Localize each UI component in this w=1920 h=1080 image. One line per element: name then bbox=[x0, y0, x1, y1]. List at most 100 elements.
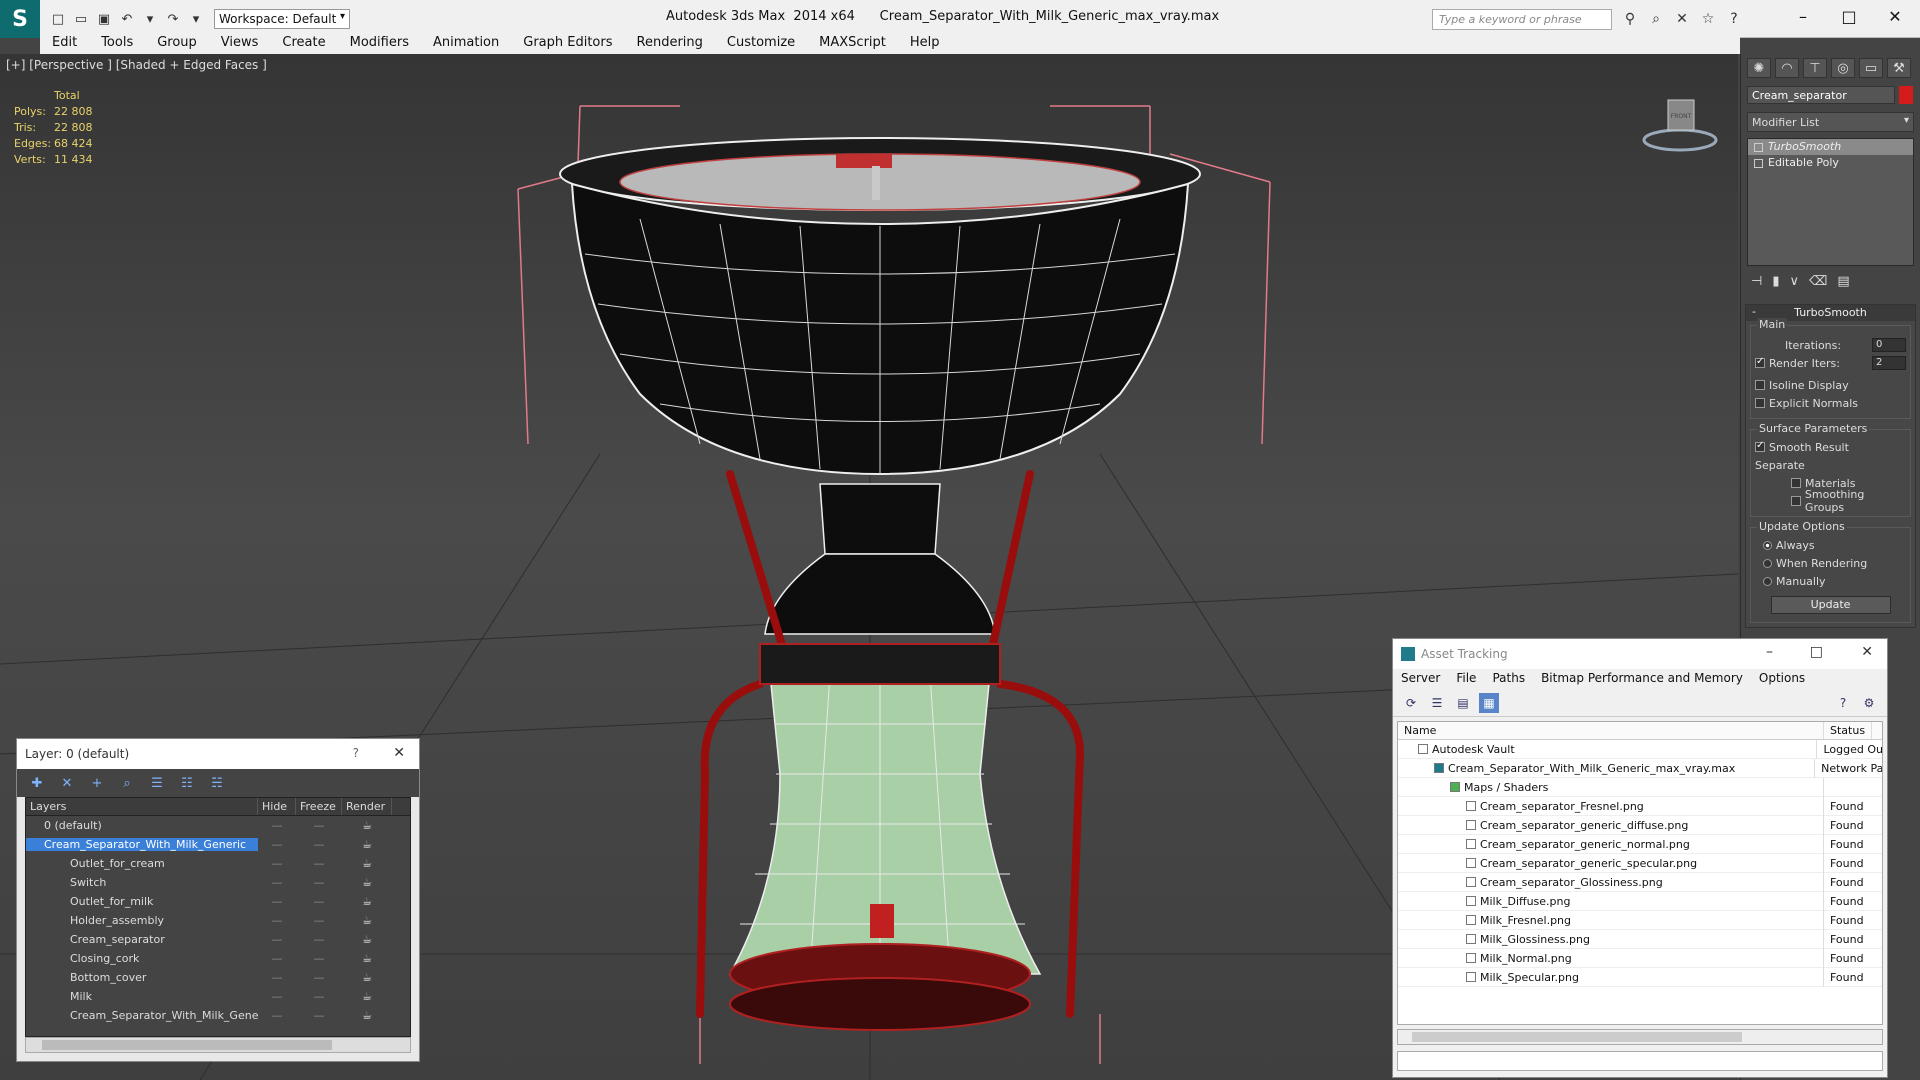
dropdown-arrow-icon[interactable]: ▾ bbox=[140, 9, 160, 29]
layer-name[interactable]: Bottom_cover bbox=[26, 971, 258, 984]
menu-rendering[interactable]: Rendering bbox=[625, 32, 715, 54]
layer-row[interactable]: Closing_cork — — ☕ bbox=[26, 949, 410, 968]
app-logo-icon[interactable]: S bbox=[0, 0, 40, 38]
menu-graph-editors[interactable]: Graph Editors bbox=[511, 32, 624, 54]
render-teapot-icon[interactable]: ☕ bbox=[342, 838, 392, 851]
layer-hide-toggle[interactable]: — bbox=[258, 914, 296, 927]
object-name-field[interactable]: Cream_separator bbox=[1747, 86, 1895, 104]
save-icon[interactable]: ▣ bbox=[94, 9, 114, 29]
communication-icon[interactable]: ✕ bbox=[1672, 9, 1692, 29]
stack-item-editable-poly[interactable]: Editable Poly bbox=[1748, 155, 1913, 171]
asset-row[interactable]: Cream_separator_Fresnel.png Found bbox=[1398, 796, 1882, 816]
minimize-icon[interactable]: – bbox=[1780, 4, 1826, 28]
asset-row[interactable]: Cream_Separator_With_Milk_Generic_max_vr… bbox=[1398, 758, 1882, 778]
configure-modifier-sets-icon[interactable]: ▤ bbox=[1837, 274, 1849, 289]
materials-checkbox[interactable] bbox=[1791, 478, 1801, 488]
display-tab-icon[interactable]: ▭ bbox=[1859, 58, 1883, 78]
horizontal-scrollbar[interactable] bbox=[1397, 1029, 1883, 1045]
layer-name[interactable]: Holder_assembly bbox=[26, 914, 258, 927]
asset-menu-file[interactable]: File bbox=[1448, 669, 1484, 689]
dropdown-arrow-icon[interactable]: ▾ bbox=[186, 9, 206, 29]
viewport-label[interactable]: [+] [Perspective ] [Shaded + Edged Faces… bbox=[6, 58, 267, 72]
menu-create[interactable]: Create bbox=[270, 32, 337, 54]
add-to-layer-icon[interactable]: + bbox=[87, 773, 107, 793]
modify-tab-icon[interactable]: ◠ bbox=[1775, 58, 1799, 78]
layer-hide-toggle[interactable]: — bbox=[258, 895, 296, 908]
layer-row[interactable]: Cream_Separator_With_Milk_Generic — — ☕ bbox=[26, 835, 410, 854]
pin-stack-icon[interactable]: ⊣ bbox=[1751, 274, 1762, 289]
layer-name[interactable]: Outlet_for_cream bbox=[26, 857, 258, 870]
delete-layer-icon[interactable]: ✕ bbox=[57, 773, 77, 793]
column-layers[interactable]: Layers bbox=[26, 798, 258, 815]
close-icon[interactable]: ✕ bbox=[1861, 644, 1873, 660]
layer-name[interactable]: Milk bbox=[26, 990, 258, 1003]
manually-radio[interactable] bbox=[1763, 576, 1772, 586]
help-icon[interactable]: ? bbox=[353, 746, 359, 760]
select-objects-icon[interactable]: ⌕ bbox=[117, 773, 137, 793]
stack-item-turbosmooth[interactable]: TurboSmooth bbox=[1748, 139, 1913, 155]
layer-row[interactable]: Outlet_for_cream — — ☕ bbox=[26, 854, 410, 873]
hide-all-layers-icon[interactable]: ☵ bbox=[207, 773, 227, 793]
asset-row[interactable]: Maps / Shaders bbox=[1398, 777, 1882, 797]
render-teapot-icon[interactable]: ☕ bbox=[342, 857, 392, 870]
layer-row[interactable]: Outlet_for_milk — — ☕ bbox=[26, 892, 410, 911]
explicit-normals-checkbox[interactable] bbox=[1755, 398, 1765, 408]
utilities-tab-icon[interactable]: ⚒ bbox=[1887, 58, 1911, 78]
favorites-star-icon[interactable]: ☆ bbox=[1698, 9, 1718, 29]
menu-modifiers[interactable]: Modifiers bbox=[338, 32, 421, 54]
asset-row[interactable]: Milk_Diffuse.png Found bbox=[1398, 891, 1882, 911]
layer-name[interactable]: Cream_Separator_With_Milk_Generic bbox=[26, 1009, 258, 1022]
workspace-dropdown[interactable]: Workspace: Default bbox=[214, 9, 350, 29]
render-teapot-icon[interactable]: ☕ bbox=[342, 933, 392, 946]
remove-modifier-icon[interactable]: ⌫ bbox=[1809, 274, 1827, 289]
asset-menu-server[interactable]: Server bbox=[1393, 669, 1448, 689]
layer-row[interactable]: Holder_assembly — — ☕ bbox=[26, 911, 410, 930]
column-hide[interactable]: Hide bbox=[258, 798, 296, 815]
update-button[interactable]: Update bbox=[1770, 596, 1891, 614]
close-icon[interactable]: ✕ bbox=[1872, 4, 1918, 28]
layer-freeze-toggle[interactable]: — bbox=[296, 895, 342, 908]
settings-icon[interactable]: ⚙ bbox=[1859, 693, 1879, 713]
layer-name[interactable]: Closing_cork bbox=[26, 952, 258, 965]
menu-animation[interactable]: Animation bbox=[421, 32, 511, 54]
redo-icon[interactable]: ↷ bbox=[163, 9, 183, 29]
menu-views[interactable]: Views bbox=[209, 32, 271, 54]
layer-hide-toggle[interactable]: — bbox=[258, 1009, 296, 1022]
hierarchy-tab-icon[interactable]: ⊤ bbox=[1803, 58, 1827, 78]
asset-row[interactable]: Milk_Fresnel.png Found bbox=[1398, 910, 1882, 930]
search-input[interactable]: Type a keyword or phrase bbox=[1432, 9, 1612, 30]
menu-customize[interactable]: Customize bbox=[715, 32, 807, 54]
column-freeze[interactable]: Freeze bbox=[296, 798, 342, 815]
asset-row[interactable]: Autodesk Vault Logged Ou bbox=[1398, 739, 1882, 759]
layer-freeze-toggle[interactable]: — bbox=[296, 952, 342, 965]
layer-row[interactable]: Switch — — ☕ bbox=[26, 873, 410, 892]
render-teapot-icon[interactable]: ☕ bbox=[342, 1009, 392, 1022]
layer-name[interactable]: Cream_separator bbox=[26, 933, 258, 946]
asset-row[interactable]: Cream_separator_generic_diffuse.png Found bbox=[1398, 815, 1882, 835]
layer-hide-toggle[interactable]: — bbox=[258, 933, 296, 946]
horizontal-scrollbar[interactable] bbox=[25, 1037, 411, 1053]
layer-freeze-toggle[interactable]: — bbox=[296, 971, 342, 984]
asset-menu-options[interactable]: Options bbox=[1751, 669, 1813, 689]
layer-row[interactable]: Cream_separator — — ☕ bbox=[26, 930, 410, 949]
layer-freeze-toggle[interactable]: — bbox=[296, 838, 342, 851]
layer-hide-toggle[interactable]: — bbox=[258, 857, 296, 870]
layer-hide-toggle[interactable]: — bbox=[258, 819, 296, 832]
render-teapot-icon[interactable]: ☕ bbox=[342, 819, 392, 832]
render-teapot-icon[interactable]: ☕ bbox=[342, 990, 392, 1003]
table-view-icon[interactable]: ▦ bbox=[1479, 693, 1499, 713]
list-view-icon[interactable]: ☰ bbox=[1427, 693, 1447, 713]
render-teapot-icon[interactable]: ☕ bbox=[342, 971, 392, 984]
render-iters-spinner[interactable]: 2 bbox=[1872, 356, 1906, 370]
asset-row[interactable]: Milk_Glossiness.png Found bbox=[1398, 929, 1882, 949]
maximize-icon[interactable]: □ bbox=[1810, 644, 1823, 660]
smoothing-groups-checkbox[interactable] bbox=[1791, 496, 1801, 506]
column-status[interactable]: Status bbox=[1824, 722, 1873, 739]
asset-row[interactable]: Cream_separator_generic_specular.png Foun… bbox=[1398, 853, 1882, 873]
smooth-result-checkbox[interactable] bbox=[1755, 440, 1765, 452]
binoculars-icon[interactable]: ⚲ bbox=[1620, 9, 1640, 29]
layer-row[interactable]: Cream_Separator_With_Milk_Generic — — ☕ bbox=[26, 1006, 410, 1025]
layer-hide-toggle[interactable]: — bbox=[258, 952, 296, 965]
column-name[interactable]: Name bbox=[1398, 722, 1824, 739]
asset-row[interactable]: Milk_Specular.png Found bbox=[1398, 967, 1882, 987]
